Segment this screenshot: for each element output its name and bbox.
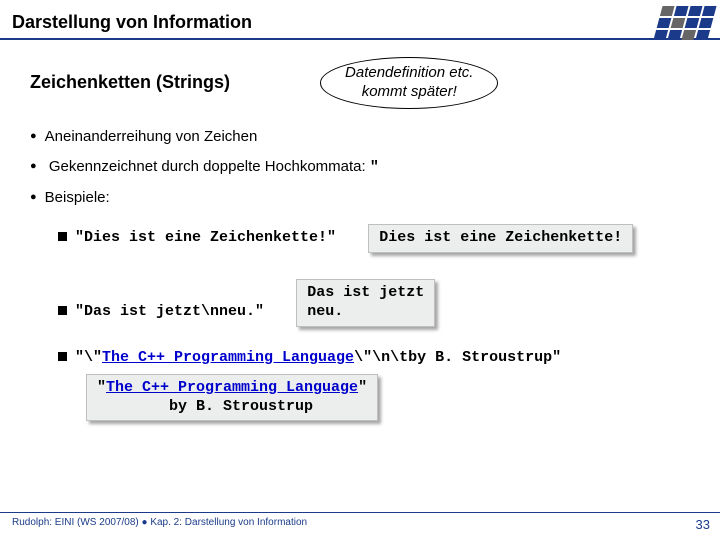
brand-logo — [653, 6, 716, 40]
example-1: "Dies ist eine Zeichenkette!" Dies ist e… — [58, 218, 708, 263]
bullet-2-char: " — [370, 159, 379, 176]
example-1-code: "Dies ist eine Zeichenkette!" — [75, 229, 336, 246]
ex3-out-q1: " — [97, 379, 106, 396]
example-1-output: Dies ist eine Zeichenkette! — [368, 224, 633, 253]
example-3-code: "\"The C++ Programming Language\"\n\tby … — [75, 349, 561, 366]
slide-title: Darstellung von Information — [12, 12, 720, 39]
callout-line2: kommt später! — [362, 83, 457, 100]
page-number: 33 — [696, 517, 710, 532]
square-icon — [58, 352, 67, 361]
title-rule — [0, 38, 720, 40]
slide-content: Zeichenketten (Strings) Datendefinition … — [0, 39, 720, 431]
section-heading: Zeichenketten (Strings) — [30, 72, 230, 93]
bullet-3-text: Beispiele: — [45, 189, 110, 206]
example-2-code: "Das ist jetzt\nneu." — [75, 303, 264, 320]
book-link-output[interactable]: The C++ Programming Language — [106, 379, 358, 396]
square-icon — [58, 306, 67, 315]
bullet-1-text: Aneinanderreihung von Zeichen — [45, 128, 258, 145]
slide-footer: Rudolph: EINI (WS 2007/08) ● Kap. 2: Dar… — [0, 512, 720, 532]
ex3-q1: "\" — [75, 349, 102, 366]
example-2-output: Das ist jetzt neu. — [296, 279, 435, 327]
ex3-out-q2: " — [358, 379, 367, 396]
example-2: "Das ist jetzt\nneu." Das ist jetzt neu. — [58, 273, 708, 337]
footer-text: Rudolph: EINI (WS 2007/08) ● Kap. 2: Dar… — [12, 517, 307, 532]
square-icon — [58, 232, 67, 241]
book-link[interactable]: The C++ Programming Language — [102, 349, 354, 366]
bullet-1: Aneinanderreihung von Zeichen — [30, 127, 708, 147]
callout-line1: Datendefinition etc. — [345, 64, 473, 81]
callout-ellipse: Datendefinition etc. kommt später! — [320, 57, 498, 109]
bullet-2-text: Gekennzeichnet durch doppelte Hochkommat… — [49, 158, 370, 175]
bullet-2: Gekennzeichnet durch doppelte Hochkommat… — [30, 157, 708, 178]
ex3-q2: \"\n\tby B. Stroustrup" — [354, 349, 561, 366]
bullet-3: Beispiele: "Dies ist eine Zeichenkette!"… — [30, 188, 708, 431]
example-3: "\"The C++ Programming Language\"\n\tby … — [58, 347, 708, 432]
example-3-output: "The C++ Programming Language" by B. Str… — [86, 374, 378, 422]
ex3-out-line2: by B. Stroustrup — [97, 398, 313, 415]
